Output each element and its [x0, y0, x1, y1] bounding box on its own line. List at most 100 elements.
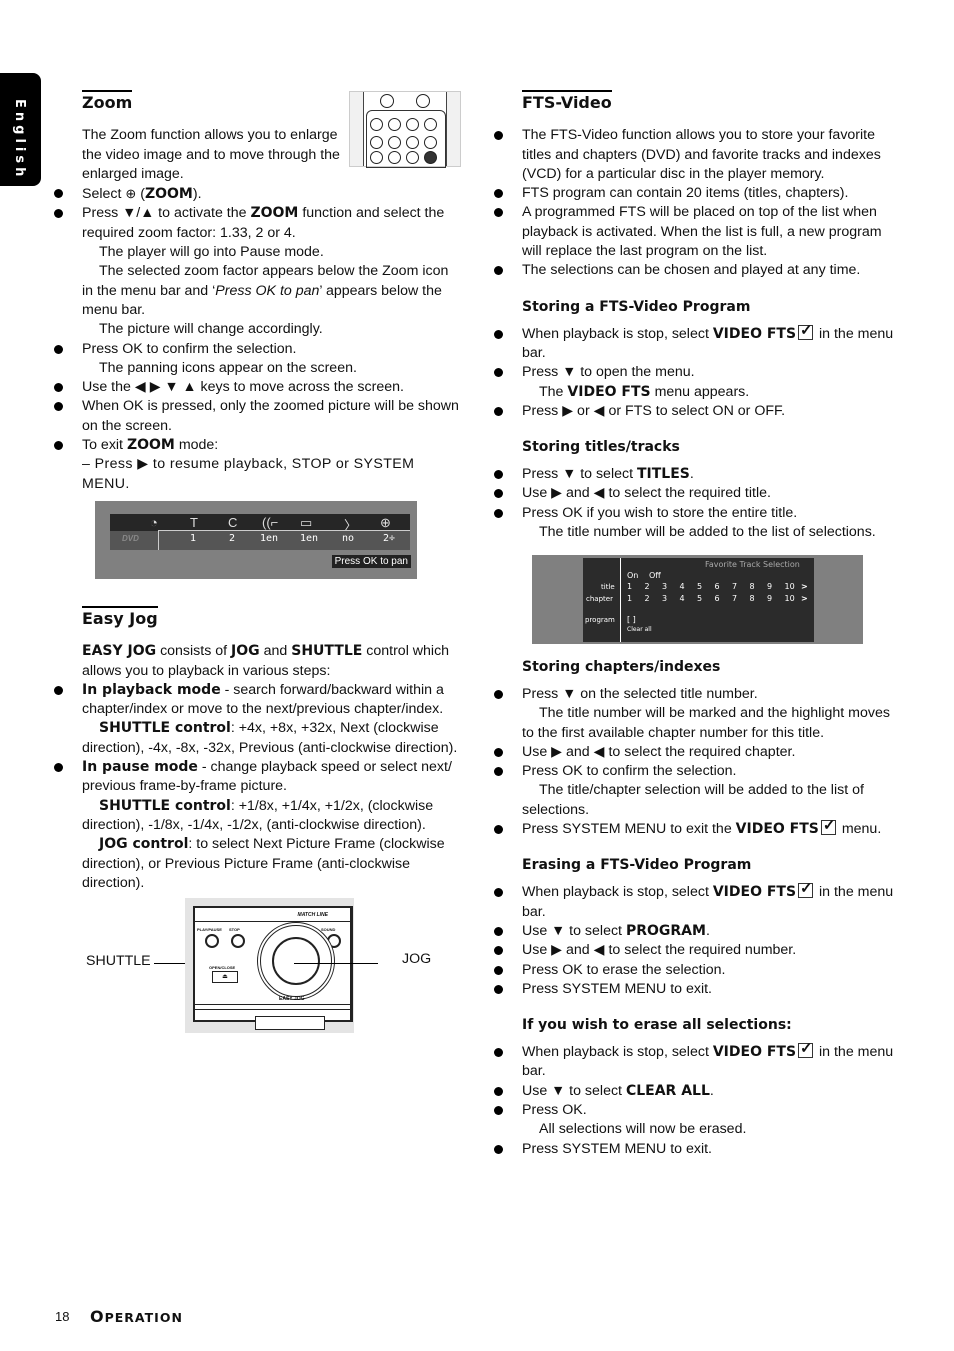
bullet-icon	[494, 965, 503, 975]
bullet-icon	[494, 208, 503, 218]
erase-all-bullet-4: Press SYSTEM MENU to exit.	[494, 1140, 902, 1159]
right-column: FTS-Video The FTS-Video function allows …	[494, 90, 902, 542]
angle-button-icon	[388, 118, 401, 131]
bullet-icon	[494, 984, 503, 994]
language-tab-label: English	[12, 99, 27, 181]
fts-bullet-3: A programmed FTS will be placed on top o…	[494, 203, 902, 261]
storing-titles-bullet-1: Press ▼ to select TITLES.	[494, 465, 902, 484]
storing-chapters-bullet-4: Press SYSTEM MENU to exit the VIDEO FTS …	[494, 816, 902, 839]
jog-label: JOG	[402, 951, 432, 967]
play-pause-button-icon	[205, 934, 219, 948]
chapter-number: 8	[749, 594, 755, 603]
page-number: 18	[55, 1309, 70, 1324]
bullet-icon	[54, 402, 63, 412]
zoom-menu-bar-image: ◔ T C ((⌐ ▭ 〉 ⊕ DVD 1 2 1en 1en no 2÷ Pr…	[95, 501, 417, 579]
bullet-icon	[494, 1048, 503, 1058]
zoom-exit-sub: – Press ▶ to resume playback, STOP or SY…	[82, 456, 415, 492]
audio-value: 1en	[260, 533, 279, 544]
pause-shuttle-note: SHUTTLE control: +1/8x, +1/4x, +1/2x, (c…	[82, 797, 434, 833]
title-more-arrow: >	[801, 582, 808, 591]
bullet-icon	[494, 189, 503, 199]
bullet-icon	[494, 926, 503, 936]
storing-titles-bullet-3: Press OK if you wish to store the entire…	[494, 504, 902, 523]
easy-jog-heading: Easy Jog	[82, 606, 158, 630]
zoom-note-4: The panning icons appear on the screen.	[99, 359, 357, 376]
title-number: 10	[784, 582, 795, 591]
title-value: 1	[190, 533, 197, 544]
prev-button-icon	[380, 94, 394, 108]
storing-chapters-note-1: The title number will be marked and the …	[522, 705, 890, 741]
jog-inner-knob	[272, 937, 320, 985]
storing-titles-bullet-2: Use ▶ and ◀ to select the required title…	[494, 484, 902, 503]
fts-bullet-2: FTS program can contain 20 items (titles…	[494, 184, 902, 203]
angle-value: no	[342, 533, 355, 544]
search-button-icon	[406, 151, 419, 164]
zoom-button-icon	[424, 136, 437, 149]
storing-chapters-bullet-2: Use ▶ and ◀ to select the required chapt…	[494, 743, 902, 762]
video-fts-checkbox-icon	[798, 879, 814, 899]
program-value: [ ]	[627, 615, 636, 624]
fts-off-option: Off	[649, 571, 661, 580]
chapter-number: 10	[784, 594, 795, 603]
fts-heading: FTS-Video	[522, 90, 612, 114]
language-tab: English	[0, 73, 41, 186]
bullet-icon	[54, 189, 63, 199]
storing-program-bullet-2: Press ▼ to open the menu.	[494, 363, 902, 382]
bullet-icon	[54, 441, 63, 451]
title-number: 9	[767, 582, 773, 591]
chapter-number: 1	[627, 594, 633, 603]
playback-shuttle-note: SHUTTLE control: +4x, +8x, +32x, Next (c…	[82, 720, 458, 756]
storing-program-bullet-3: Press ▶ or ◀ or FTS to select ON or OFF.	[494, 402, 902, 421]
subtitle-value: 1en	[300, 533, 319, 544]
bullet-icon	[494, 489, 503, 499]
bullet-icon	[494, 825, 503, 835]
erase-all-bullet-2: Use ▼ to select CLEAR ALL.	[494, 1082, 902, 1101]
bullet-icon	[54, 209, 63, 219]
zoom-bullet-1: Select ⊕ (ZOOM).	[54, 184, 460, 204]
chapter-number: 9	[767, 594, 773, 603]
dvd-logo: DVD	[122, 534, 139, 543]
erase-all-note: All selections will now be erased.	[539, 1121, 747, 1138]
press-ok-to-pan-hint: Press OK to pan	[331, 555, 411, 568]
chapter-more-arrow: >	[801, 594, 808, 603]
title-number: 3	[662, 582, 668, 591]
erase-all-bullet-1: When playback is stop, select VIDEO FTS …	[494, 1039, 902, 1082]
bullet-icon	[54, 344, 63, 354]
tc-button-icon	[406, 118, 419, 131]
video-fts-checkbox-icon	[820, 816, 836, 835]
title-row-label: title	[601, 583, 615, 591]
bullet-icon	[494, 946, 503, 956]
zoom-active-button-icon	[424, 151, 437, 164]
zoom-magnifier-icon: ⊕	[125, 186, 137, 202]
bullet-icon	[54, 383, 63, 393]
brand-logo: MATCH LINE	[297, 912, 328, 918]
subtitle-icon: ▭	[300, 515, 313, 530]
storing-chapters-bullet-3: Press OK to confirm the selection.	[494, 762, 902, 781]
audio-icon: ((⌐	[262, 515, 279, 530]
title-number: 5	[697, 582, 703, 591]
bullet-icon	[494, 508, 503, 518]
shuttle-label: SHUTTLE	[86, 953, 151, 969]
chapter-number: 6	[714, 594, 720, 603]
chapter-icon: C	[228, 515, 238, 530]
bullet-icon	[494, 747, 503, 757]
chapter-number: 5	[697, 594, 703, 603]
slow-button-icon	[370, 136, 383, 149]
bullet-icon	[494, 368, 503, 378]
zoom-magnifier-icon: ⊕	[380, 515, 391, 530]
zoom-bullet-2: Press ▼/▲ to activate the ZOOM function …	[54, 204, 460, 243]
subtitle-button-icon	[370, 118, 383, 131]
video-fts-checkbox-icon	[798, 321, 814, 340]
eject-button-icon: ⏏	[212, 971, 238, 983]
time-button-icon	[406, 136, 419, 149]
chapter-number: 2	[644, 594, 650, 603]
erasing-bullet-4: Press OK to erase the selection.	[494, 961, 902, 980]
storing-titles-note: The title number will be added to the li…	[539, 524, 876, 541]
erasing-bullet-1: When playback is stop, select VIDEO FTS …	[494, 879, 902, 922]
program-row-label: program	[585, 616, 615, 624]
erase-all-heading: If you wish to erase all selections:	[522, 1017, 792, 1034]
stop-button-icon	[231, 934, 245, 948]
erasing-heading: Erasing a FTS-Video Program	[522, 857, 752, 874]
bullet-icon	[54, 763, 63, 773]
storing-program-bullet-1: When playback is stop, select VIDEO FTS …	[494, 321, 902, 364]
